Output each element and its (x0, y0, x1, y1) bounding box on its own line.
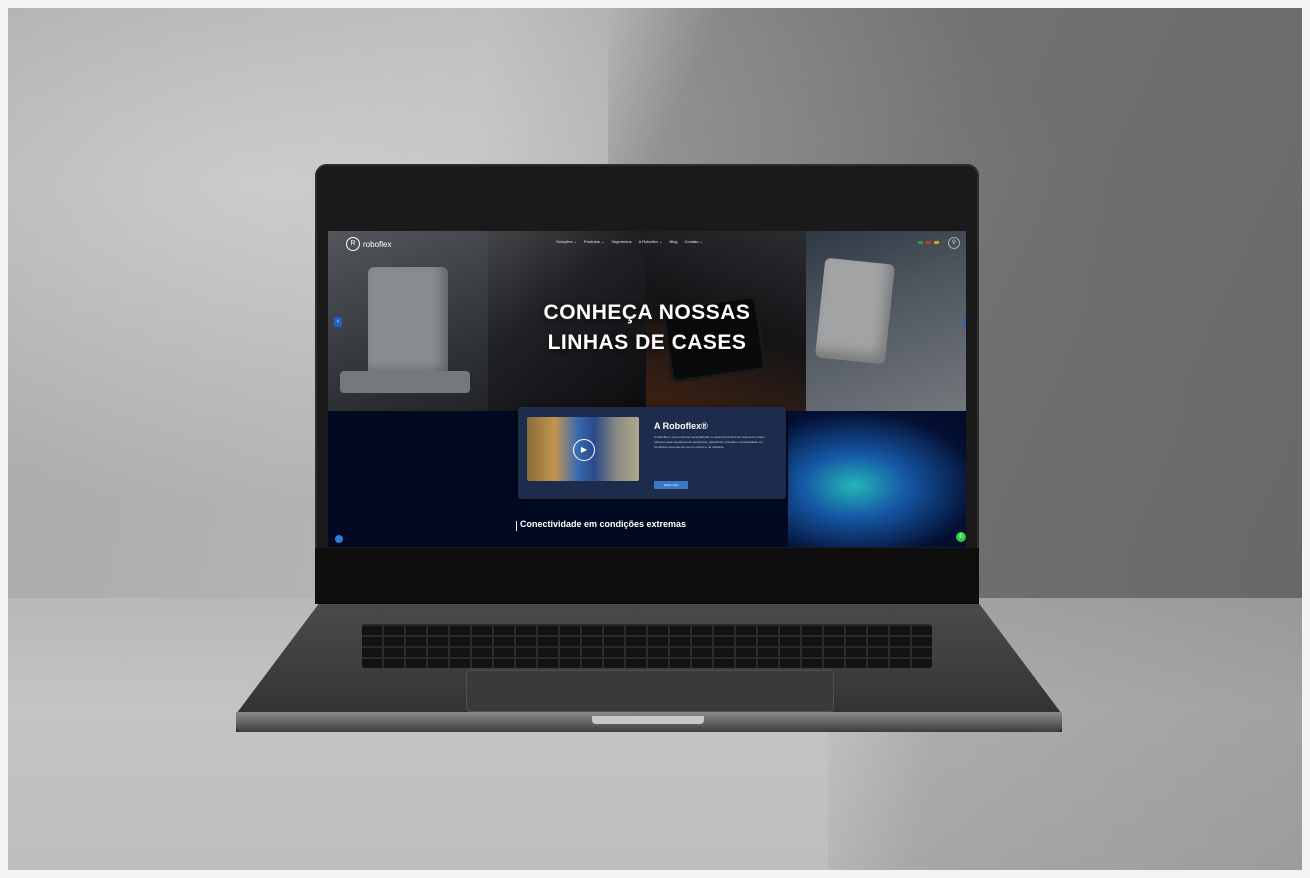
menu-item-blog[interactable]: Blog (669, 239, 677, 244)
whatsapp-icon[interactable]: ✆ (956, 532, 966, 542)
section-title: Conectividade em condições extremas (520, 519, 687, 529)
language-flags (918, 241, 939, 244)
hero-slider: R roboflex Soluções ⌄ Produtos ⌄ Segment… (328, 231, 966, 411)
flag-es-icon[interactable] (926, 241, 931, 244)
logo-text: roboflex (363, 239, 392, 249)
menu-item-produtos[interactable]: Produtos ⌄ (584, 239, 604, 244)
background-glow (788, 411, 966, 547)
menu-item-segmentos[interactable]: Segmentos (611, 239, 631, 244)
about-more-button[interactable]: Saiba mais (654, 481, 688, 489)
laptop-bezel (315, 548, 979, 604)
laptop-trackpad (466, 670, 834, 712)
flag-en-icon[interactable] (934, 241, 939, 244)
section-accent-bar (516, 521, 517, 531)
about-card: ▶ A Roboflex® A Roboflex é uma empresa e… (518, 407, 786, 499)
menu-item-solucoes[interactable]: Soluções ⌄ (556, 239, 577, 244)
laptop-screen: R roboflex Soluções ⌄ Produtos ⌄ Segment… (328, 231, 966, 547)
search-icon[interactable]: ⚲ (948, 237, 960, 249)
about-video-thumbnail[interactable]: ▶ (527, 417, 639, 481)
slider-next-button[interactable]: › (964, 317, 966, 327)
about-card-text: A Roboflex é uma empresa especializada n… (654, 435, 765, 449)
top-nav: R roboflex Soluções ⌄ Produtos ⌄ Segment… (328, 231, 966, 255)
hero-title-line1: CONHEÇA NOSSAS (543, 301, 751, 324)
flag-pt-icon[interactable] (918, 241, 923, 244)
laptop-notch (592, 716, 704, 724)
accessibility-icon[interactable] (335, 535, 343, 543)
hero-title-line2: LINHAS DE CASES (547, 331, 747, 354)
play-icon[interactable]: ▶ (573, 439, 595, 461)
site-logo[interactable]: R roboflex (346, 237, 391, 251)
about-card-title: A Roboflex® (654, 421, 708, 431)
menu-item-contato[interactable]: Contato ⌄ (684, 239, 702, 244)
slider-prev-button[interactable]: ‹ (334, 317, 342, 327)
keyboard-rows (362, 624, 932, 668)
logo-mark-icon: R (346, 237, 360, 251)
main-menu: Soluções ⌄ Produtos ⌄ Segmentos A Robofl… (556, 239, 703, 244)
menu-item-a-roboflex[interactable]: A Roboflex ⌄ (639, 239, 663, 244)
